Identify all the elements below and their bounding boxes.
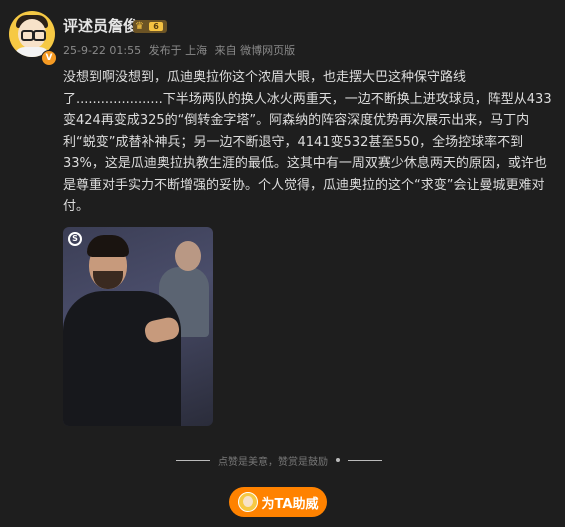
verified-badge-icon: V <box>41 50 57 66</box>
image-figure-background-head <box>175 241 201 271</box>
member-level-badge[interactable]: ♛ 6 <box>133 20 167 33</box>
divider-line-right <box>348 459 382 461</box>
divider-dot <box>336 458 340 462</box>
post-location: 发布于 上海 <box>148 44 208 57</box>
image-figure-hair <box>87 235 129 257</box>
reward-slogan: 点赞是美意，赞赏是鼓励 <box>218 456 328 468</box>
avatar-glasses-right <box>33 30 46 41</box>
reward-divider: 点赞是美意，赞赏是鼓励 <box>176 453 382 468</box>
author-name[interactable]: 评述员詹俊 <box>63 15 138 36</box>
post-time[interactable]: 25-9-22 01:55 <box>63 44 141 57</box>
post-text: 没想到啊没想到，瓜迪奥拉你这个浓眉大眼，也走摆大巴这种保守路线了........… <box>63 70 552 214</box>
image-figure-foreground <box>63 291 181 426</box>
reward-button-label: 为TA助威 <box>261 496 319 512</box>
post-image[interactable]: S <box>63 227 213 426</box>
post-source: 来自 微博网页版 <box>214 44 296 57</box>
level-number: 6 <box>149 22 163 31</box>
divider-line-left <box>176 459 210 461</box>
crown-icon: ♛ <box>135 21 144 32</box>
reward-avatar-icon <box>237 492 258 512</box>
reward-button[interactable]: 为TA助威 <box>229 487 327 517</box>
image-logo-icon: S <box>68 232 82 246</box>
post-meta: 25-9-22 01:55 发布于 上海 来自 微博网页版 <box>63 42 299 58</box>
